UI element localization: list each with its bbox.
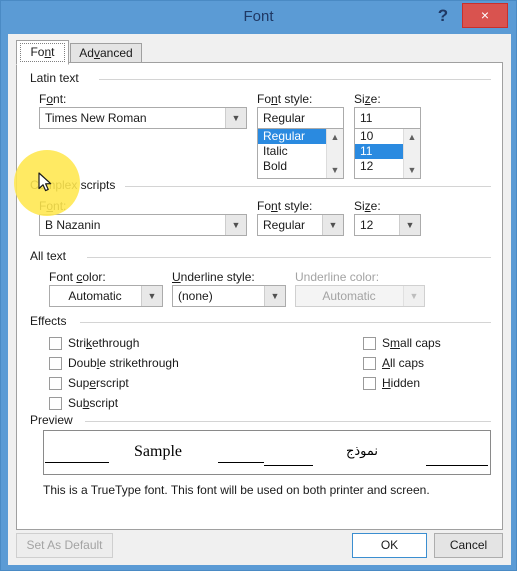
scroll-down-icon[interactable]: ▼ <box>327 162 343 178</box>
underline-color-label: Underline color: <box>295 270 380 284</box>
complex-font-label: Font: <box>39 199 67 213</box>
latin-size-scrollbar[interactable]: ▲ ▼ <box>403 129 420 178</box>
latin-size-listbox[interactable]: 10 11 12 ▲ ▼ <box>354 129 421 179</box>
checkbox-icon[interactable] <box>49 397 62 410</box>
dialog-footer: Set As Default OK Cancel <box>16 533 503 563</box>
checkbox-icon[interactable] <box>363 337 376 350</box>
preview-rule-right <box>426 465 488 466</box>
group-all-text-rule <box>87 257 491 258</box>
checkbox-small-caps-label: Small caps <box>382 336 441 350</box>
font-color-label: Font color: <box>49 270 106 284</box>
latin-style-label: Font style: <box>257 92 313 106</box>
tab-advanced-label: Advanced <box>79 46 133 60</box>
preview-rule-left <box>45 462 109 463</box>
tab-strip: Font Advanced <box>16 40 503 65</box>
preview-box: Sample نموذج <box>43 430 491 475</box>
chevron-down-icon: ▼ <box>141 286 162 306</box>
latin-style-textbox[interactable]: Regular <box>257 107 344 129</box>
tab-font-label: Font <box>20 43 65 62</box>
scroll-up-icon[interactable]: ▲ <box>327 129 343 145</box>
preview-rule-mid-b <box>264 465 313 466</box>
underline-style-value: (none) <box>178 289 213 303</box>
preview-note: This is a TrueType font. This font will … <box>43 483 430 497</box>
checkbox-icon[interactable] <box>363 377 376 390</box>
complex-size-combo[interactable]: 12 ▼ <box>354 214 421 236</box>
font-color-combo[interactable]: Automatic ▼ <box>49 285 163 307</box>
latin-font-label: Font: <box>39 92 67 106</box>
complex-font-combo[interactable]: B Nazanin ▼ <box>39 214 247 236</box>
checkbox-hidden-label: Hidden <box>382 376 421 390</box>
tab-advanced[interactable]: Advanced <box>70 43 142 64</box>
checkbox-icon[interactable] <box>49 357 62 370</box>
complex-size-label: Size: <box>354 199 381 213</box>
title-bar: Font ? × <box>1 1 516 34</box>
checkbox-superscript-label: Superscript <box>68 376 129 390</box>
checkbox-double-strikethrough-label: Double strikethrough <box>68 356 179 370</box>
group-preview-title: Preview <box>30 413 78 427</box>
latin-style-listbox[interactable]: Regular Italic Bold ▲ ▼ <box>257 129 344 179</box>
scroll-down-icon[interactable]: ▼ <box>404 162 420 178</box>
underline-style-label: Underline style: <box>172 270 255 284</box>
group-latin-text-rule <box>99 79 491 80</box>
group-complex-scripts: Complex scripts Font: B Nazanin ▼ Font s… <box>30 178 491 238</box>
close-icon[interactable]: × <box>462 3 508 28</box>
group-all-text: All text Font color: Automatic ▼ Underli… <box>30 249 491 309</box>
underline-style-combo[interactable]: (none) ▼ <box>172 285 286 307</box>
checkbox-icon[interactable] <box>363 357 376 370</box>
underline-color-value: Automatic <box>322 289 376 303</box>
complex-font-value: B Nazanin <box>45 218 101 232</box>
latin-size-label: Size: <box>354 92 381 106</box>
chevron-down-icon: ▼ <box>403 286 424 306</box>
latin-size-textbox[interactable]: 11 <box>354 107 421 129</box>
chevron-down-icon: ▼ <box>264 286 285 306</box>
group-latin-text: Latin text Font: Times New Roman ▼ Font … <box>30 71 491 179</box>
latin-style-value: Regular <box>263 111 306 125</box>
latin-font-value: Times New Roman <box>45 111 147 125</box>
group-latin-text-title: Latin text <box>30 71 84 85</box>
chevron-down-icon: ▼ <box>225 108 246 128</box>
group-effects: Effects Strikethrough Double strikethrou… <box>30 314 491 410</box>
chevron-down-icon: ▼ <box>322 215 343 235</box>
tab-font[interactable]: Font <box>16 40 69 65</box>
font-dialog-window: Font ? × Font Advanced Latin text Font: … <box>0 0 517 571</box>
cancel-button[interactable]: Cancel <box>434 533 503 558</box>
group-preview-rule <box>85 421 491 422</box>
preview-rule-mid-a <box>218 462 264 463</box>
dialog-client-area: Font Advanced Latin text Font: Times New… <box>8 34 511 565</box>
group-effects-title: Effects <box>30 314 72 328</box>
latin-style-scrollbar[interactable]: ▲ ▼ <box>326 129 343 178</box>
font-color-value: Automatic <box>68 289 122 303</box>
preview-latin-sample: Sample <box>134 443 182 460</box>
group-complex-scripts-title: Complex scripts <box>30 178 121 192</box>
latin-font-combo[interactable]: Times New Roman ▼ <box>39 107 247 129</box>
checkbox-all-caps-label: All caps <box>382 356 425 370</box>
group-complex-scripts-rule <box>125 186 491 187</box>
complex-style-value: Regular <box>263 218 306 232</box>
underline-color-combo: Automatic ▼ <box>295 285 425 307</box>
preview-complex-sample: نموذج <box>346 444 379 459</box>
group-preview: Preview Sample نموذج This is a TrueType … <box>30 413 491 518</box>
chevron-down-icon: ▼ <box>399 215 420 235</box>
checkbox-subscript-label: Subscript <box>68 396 119 410</box>
group-all-text-title: All text <box>30 249 72 263</box>
help-icon[interactable]: ? <box>432 4 454 28</box>
complex-size-value: 12 <box>360 218 374 232</box>
latin-size-value: 11 <box>360 111 373 125</box>
complex-style-label: Font style: <box>257 199 313 213</box>
checkbox-strikethrough-label: Strikethrough <box>68 336 140 350</box>
set-as-default-button: Set As Default <box>16 533 113 558</box>
checkbox-icon[interactable] <box>49 377 62 390</box>
group-effects-rule <box>80 322 491 323</box>
checkbox-icon[interactable] <box>49 337 62 350</box>
font-tab-panel: Latin text Font: Times New Roman ▼ Font … <box>16 62 503 530</box>
ok-button[interactable]: OK <box>352 533 427 558</box>
complex-style-combo[interactable]: Regular ▼ <box>257 214 344 236</box>
chevron-down-icon: ▼ <box>225 215 246 235</box>
scroll-up-icon[interactable]: ▲ <box>404 129 420 145</box>
